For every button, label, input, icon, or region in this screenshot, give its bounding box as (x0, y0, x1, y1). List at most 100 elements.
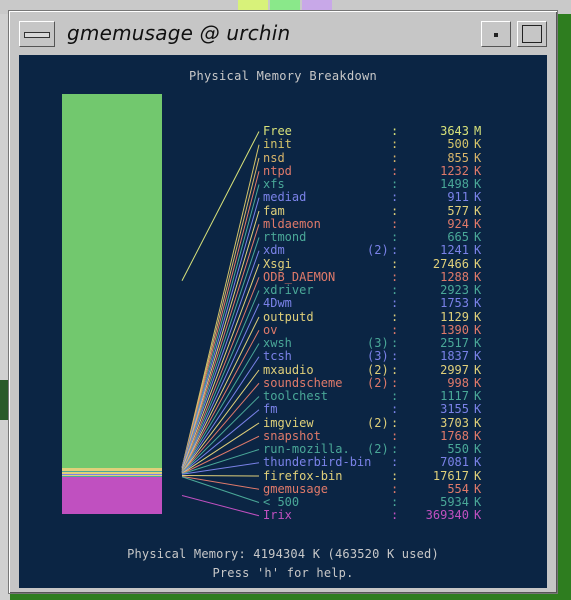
process-name: xdm (263, 243, 285, 258)
process-name: thunderbird-bin (263, 455, 372, 470)
process-name: Xsgi (263, 256, 292, 271)
process-memory-value: 665 (447, 230, 469, 244)
process-count: (2) (367, 362, 389, 377)
process-memory-value: 550 (447, 442, 469, 456)
window-menu-button[interactable] (19, 21, 55, 47)
process-memory-value: 3643 (440, 124, 469, 138)
process-name: soundscheme (263, 375, 343, 390)
process-memory-unit: K (474, 495, 482, 509)
connector-line (181, 224, 260, 469)
maximize-button[interactable] (517, 21, 547, 47)
process-name: run-mozilla. (263, 442, 350, 456)
desktop-swatch-lilac (302, 0, 332, 10)
process-memory-value: 911 (447, 190, 469, 205)
process-name: fam (263, 203, 285, 218)
process-memory-value: 3155 (440, 402, 469, 417)
desktop-swatch-yellow (238, 0, 268, 10)
process-memory-unit: K (474, 216, 482, 231)
process-memory-unit: K (474, 269, 482, 284)
process-name: fm (263, 402, 278, 417)
process-count: (2) (367, 442, 389, 456)
process-memory-value: 1241 (440, 243, 469, 258)
process-memory-value: 554 (447, 481, 469, 496)
process-memory-value: 1232 (440, 163, 469, 178)
process-memory-value: 17617 (432, 468, 469, 483)
process-memory-unit: K (474, 442, 482, 456)
gmemusage-window: gmemusage @ urchin Physical Memory Break… (8, 10, 558, 594)
process-memory-value: 1129 (440, 309, 469, 324)
process-name: 4Dwm (263, 296, 292, 311)
help-hint: Press 'h' for help. (212, 566, 354, 580)
process-memory-value: 3703 (440, 415, 469, 430)
process-memory-unit: K (474, 137, 482, 152)
process-memory-unit: K (474, 177, 482, 191)
process-memory-unit: K (474, 322, 482, 337)
process-memory-value: 577 (447, 203, 469, 218)
window-menu-icon (24, 32, 50, 38)
connector-line (181, 250, 260, 469)
connector-line (181, 184, 260, 469)
process-name: mldaemon (263, 216, 321, 231)
process-memory-unit: K (474, 375, 482, 390)
process-memory-unit: K (474, 163, 482, 178)
process-memory-unit: K (474, 296, 482, 311)
process-memory-unit: K (474, 389, 482, 403)
process-memory-unit: K (474, 402, 482, 417)
connector-line (181, 237, 260, 469)
process-memory-value: 2517 (440, 336, 469, 350)
process-memory-value: 369340 (425, 508, 469, 523)
maximize-icon (522, 25, 542, 43)
process-name: rtmond (263, 230, 307, 244)
process-memory-unit: K (474, 283, 482, 297)
process-memory-unit: K (474, 428, 482, 443)
process-memory-value: 5934 (440, 495, 469, 509)
connector-line (181, 303, 260, 472)
process-memory-unit: K (474, 415, 482, 430)
process-memory-unit: K (474, 230, 482, 244)
process-count: (3) (367, 349, 389, 364)
process-memory-value: 1753 (440, 296, 469, 311)
connector-line (181, 475, 260, 490)
minimize-button[interactable] (481, 21, 511, 47)
process-memory-unit: K (474, 243, 482, 258)
process-memory-unit: K (474, 481, 482, 496)
process-memory-unit: K (474, 362, 482, 377)
process-name: ov (263, 322, 278, 337)
process-memory-value: 2923 (440, 283, 469, 297)
process-name: Irix (263, 508, 292, 523)
memory-chart-area[interactable]: Physical Memory Breakdown Free:3643 Minit… (19, 55, 547, 588)
process-memory-unit: K (474, 256, 482, 271)
process-name: nsd (263, 150, 285, 165)
physical-memory-summary: Physical Memory: 4194304 K (463520 K use… (127, 547, 439, 561)
process-memory-unit: K (474, 455, 482, 470)
window-title: gmemusage @ urchin (67, 21, 291, 45)
process-name: < 500 (263, 495, 300, 509)
title-bar[interactable]: gmemusage @ urchin (13, 15, 553, 53)
process-memory-value: 924 (447, 216, 469, 231)
process-memory-value: 855 (447, 150, 469, 165)
minimize-icon (494, 33, 498, 37)
process-name: xdriver (263, 283, 314, 297)
process-count: (2) (367, 415, 389, 430)
process-memory-value: 7081 (440, 455, 469, 470)
process-name: toolchest (263, 389, 329, 403)
process-name: xwsh (263, 336, 292, 350)
process-name: xfs (263, 177, 285, 191)
process-memory-unit: K (474, 190, 482, 205)
process-memory-value: 1390 (440, 322, 469, 337)
process-memory-unit: K (474, 150, 482, 165)
process-memory-value: 2997 (440, 362, 469, 377)
connector-line (181, 171, 260, 468)
connector-line (181, 474, 260, 477)
process-name: outputd (263, 309, 314, 324)
connector-line (181, 263, 260, 470)
process-memory-unit: M (474, 124, 482, 138)
process-memory-value: 1117 (440, 389, 469, 403)
process-name: firefox-bin (263, 468, 343, 483)
process-memory-value: 1768 (440, 428, 469, 443)
process-count: (2) (367, 243, 389, 258)
process-name: ODB_DAEMON (263, 269, 336, 284)
process-name: mediad (263, 190, 307, 205)
process-memory-unit: K (474, 349, 482, 364)
process-name: Free (263, 124, 292, 138)
